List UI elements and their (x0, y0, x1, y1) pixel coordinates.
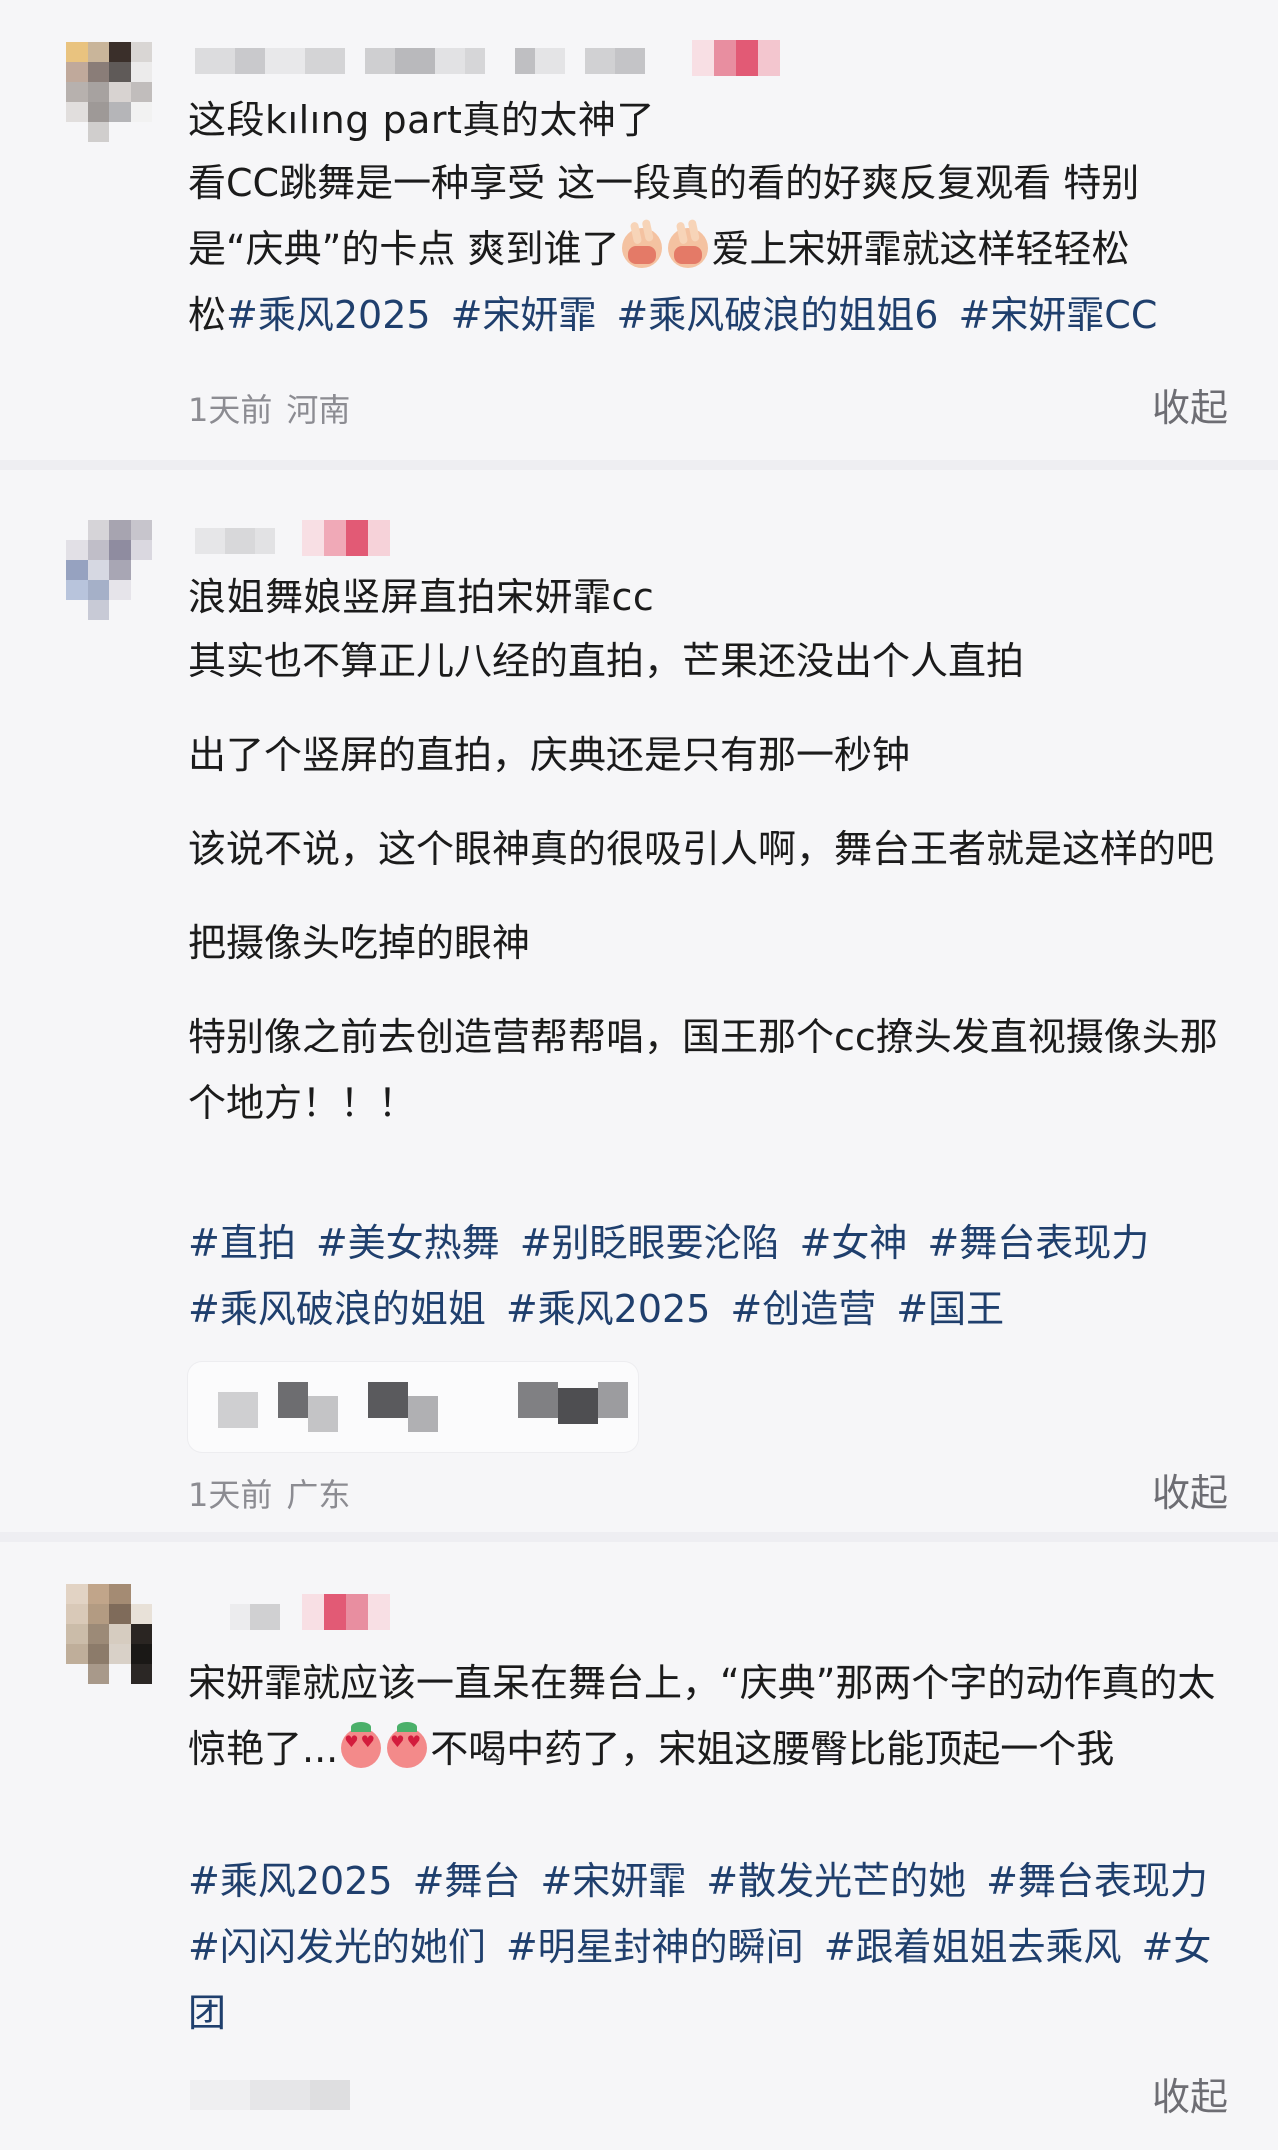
hashtag-list: #乘风2025 #舞台 #宋妍霏 #散发光芒的她 #舞台表现力 #闪闪发光的她们 #明星封神… (188, 1848, 1258, 2046)
peace-hand-emoji (668, 228, 709, 268)
post-time: 1天前 (188, 1476, 273, 1514)
username[interactable] (230, 1604, 280, 1630)
hashtag[interactable]: #女神 (800, 1221, 908, 1265)
hashtag[interactable]: #直拍 (188, 1221, 296, 1265)
avatar[interactable] (66, 42, 152, 142)
body-paragraph: 特别像之前去创造营帮帮唱，国王那个cc撩头发直视摄像头那个地方！！！ (188, 1015, 1218, 1125)
post-meta: 1天前 河南 (188, 385, 350, 431)
hashtag[interactable]: #明星封神的瞬间 (506, 1925, 804, 1969)
user-badge (302, 520, 390, 556)
collapse-button[interactable]: 收起 (1152, 377, 1228, 432)
hashtag[interactable]: #乘风2025 (506, 1287, 711, 1331)
avatar[interactable] (66, 520, 152, 620)
hashtag[interactable]: #乘风破浪的姐姐6 (616, 293, 938, 337)
user-badge (302, 1594, 390, 1630)
collapse-button[interactable]: 收起 (1152, 1462, 1228, 1517)
user-badge (692, 40, 780, 76)
hashtag[interactable]: #乘风2025 (226, 293, 431, 337)
username[interactable] (195, 48, 645, 74)
hashtag[interactable]: #美女热舞 (316, 1221, 500, 1265)
post-meta (190, 2080, 350, 2110)
hashtag-list: #直拍 #美女热舞 #别眨眼要沦陷 #女神 #舞台表现力 #乘风破浪的姐姐 #乘风2025 #… (188, 1210, 1258, 1342)
hashtag[interactable]: #舞台表现力 (986, 1859, 1208, 1903)
body-line: 是“庆典”的卡点 爽到谁了 爱上宋妍霏就这样轻轻松 (188, 216, 1238, 282)
body-text: 松 (188, 293, 227, 337)
divider (0, 1532, 1278, 1542)
hashtag[interactable]: #散发光芒的她 (706, 1859, 966, 1903)
hashtag[interactable]: #创造营 (730, 1287, 876, 1331)
body-paragraph: 出了个竖屏的直拍，庆典还是只有那一秒钟 (188, 733, 911, 777)
username[interactable] (195, 528, 275, 554)
post-body: 宋妍霏就应该一直呆在舞台上，“庆典”那两个字的动作真的太惊艳了...不喝中药了，… (188, 1650, 1238, 1782)
divider (0, 460, 1278, 470)
body-text: 爱上宋妍霏就这样轻轻松 (711, 227, 1130, 271)
body-line: 看CC跳舞是一种享受 这一段真的看的好爽反复观看 特别 (188, 161, 1140, 205)
post-3: 宋妍霏就应该一直呆在舞台上，“庆典”那两个字的动作真的太惊艳了...不喝中药了，… (0, 1542, 1278, 2150)
hashtag[interactable]: #跟着姐姐去乘风 (824, 1925, 1122, 1969)
body-paragraph: 其实也不算正儿八经的直拍，芒果还没出个人直拍 (188, 639, 1025, 683)
body-paragraph: 该说不说，这个眼神真的很吸引人啊，舞台王者就是这样的吧 (188, 827, 1215, 871)
body-paragraph: 把摄像头吃掉的眼神 (188, 921, 531, 965)
post-location: 河南 (286, 391, 351, 429)
hashtag[interactable]: #乘风破浪的姐姐 (188, 1287, 486, 1331)
hashtag[interactable]: #闪闪发光的她们 (188, 1925, 486, 1969)
hashtag[interactable]: #宋妍霏 (540, 1859, 686, 1903)
post-1: 这段kılıng part真的太神了 看CC跳舞是一种享受 这一段真的看的好爽反… (0, 0, 1278, 460)
heart-eyes-emoji (387, 1722, 428, 1768)
post-body: 其实也不算正儿八经的直拍，芒果还没出个人直拍 出了个竖屏的直拍，庆典还是只有那一… (188, 628, 1238, 1136)
hashtag[interactable]: #宋妍霏 (451, 293, 597, 337)
hashtag[interactable]: #宋妍霏CC (958, 293, 1157, 337)
hashtag-list: 松#乘风2025 #宋妍霏 #乘风破浪的姐姐6 #宋妍霏CC (188, 282, 1258, 348)
hashtag[interactable]: #乘风2025 (188, 1859, 393, 1903)
avatar[interactable] (66, 1584, 152, 1684)
peace-hand-emoji (622, 228, 663, 268)
heart-eyes-emoji (341, 1722, 382, 1768)
collapse-button[interactable]: 收起 (1152, 2066, 1228, 2121)
hashtag[interactable]: #舞台 (413, 1859, 521, 1903)
post-time: 1天前 (188, 391, 273, 429)
post-2: 浪姐舞娘竖屏直拍宋妍霏cc 其实也不算正儿八经的直拍，芒果还没出个人直拍 出了个… (0, 470, 1278, 1532)
hashtag[interactable]: #舞台表现力 (927, 1221, 1149, 1265)
body-text: 是“庆典”的卡点 爽到谁了 (188, 227, 620, 271)
post-title: 浪姐舞娘竖屏直拍宋妍霏cc (188, 575, 655, 619)
post-body: 看CC跳舞是一种享受 这一段真的看的好爽反复观看 特别 是“庆典”的卡点 爽到谁… (188, 150, 1238, 282)
post-title: 这段kılıng part真的太神了 (188, 98, 655, 142)
body-text: 不喝中药了，宋姐这腰臀比能顶起一个我 (430, 1727, 1115, 1771)
hashtag[interactable]: #别眨眼要沦陷 (520, 1221, 780, 1265)
post-meta: 1天前 广东 (188, 1470, 350, 1516)
hashtag[interactable]: #国王 (896, 1287, 1004, 1331)
linked-content-card[interactable] (188, 1362, 638, 1452)
post-location: 广东 (286, 1476, 351, 1514)
